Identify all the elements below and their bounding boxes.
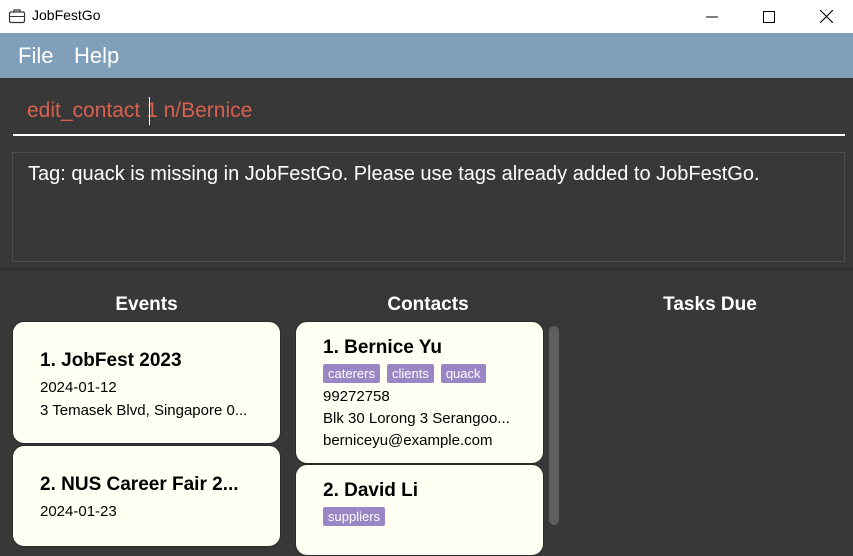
event-card[interactable]: 1. JobFest 2023 2024-01-12 3 Temasek Blv…	[12, 321, 281, 444]
command-input[interactable]: edit_contact 1 n/Bernice	[13, 88, 845, 136]
briefcase-icon	[8, 9, 26, 24]
contacts-scrollbar-thumb[interactable]	[549, 326, 559, 525]
event-title: 1. JobFest 2023	[40, 350, 182, 371]
events-header: Events	[115, 294, 178, 315]
result-display[interactable]: Tag: quack is missing in JobFestGo. Plea…	[12, 152, 845, 262]
menu-bar: File Help	[0, 33, 853, 78]
contact-tags: suppliers	[323, 507, 386, 526]
text-caret	[149, 97, 150, 125]
contact-name: 1. Bernice Yu	[323, 337, 442, 358]
contacts-header: Contacts	[387, 294, 469, 315]
close-button[interactable]	[797, 0, 853, 33]
contact-email: berniceyu@example.com	[323, 432, 493, 449]
tag-badge: quack	[440, 364, 486, 383]
minimize-button[interactable]	[683, 0, 741, 33]
event-date: 2024-01-12	[40, 379, 117, 396]
contact-address: Blk 30 Lorong 3 Serangoo...	[323, 410, 510, 427]
event-title: 2. NUS Career Fair 2...	[40, 474, 239, 495]
tag-badge: clients	[386, 364, 434, 383]
menu-file[interactable]: File	[18, 43, 53, 69]
contact-name: 2. David Li	[323, 480, 419, 501]
title-bar: JobFestGo	[0, 0, 853, 33]
event-address: 3 Temasek Blvd, Singapore 0...	[40, 402, 248, 419]
menu-help[interactable]: Help	[74, 43, 119, 69]
panel-divider	[0, 268, 853, 270]
event-card[interactable]: 2. NUS Career Fair 2... 2024-01-23	[12, 445, 281, 547]
maximize-button[interactable]	[740, 0, 798, 33]
command-input-text: edit_contact 1 n/Bernice	[27, 99, 253, 122]
maximize-icon	[763, 10, 775, 23]
window-title: JobFestGo	[32, 7, 101, 23]
minimize-icon	[706, 16, 718, 17]
contact-phone: 99272758	[323, 388, 390, 405]
tag-badge: caterers	[323, 364, 380, 383]
contact-tags: caterers clients quack	[323, 364, 486, 383]
event-date: 2024-01-23	[40, 503, 117, 520]
close-icon	[819, 10, 833, 23]
tag-badge: suppliers	[323, 507, 386, 526]
contact-card[interactable]: 1. Bernice Yu caterers clients quack 992…	[295, 321, 544, 464]
tasks-due-header: Tasks Due	[663, 294, 757, 315]
contact-card[interactable]: 2. David Li suppliers	[295, 464, 544, 556]
result-message: Tag: quack is missing in JobFestGo. Plea…	[28, 163, 760, 185]
